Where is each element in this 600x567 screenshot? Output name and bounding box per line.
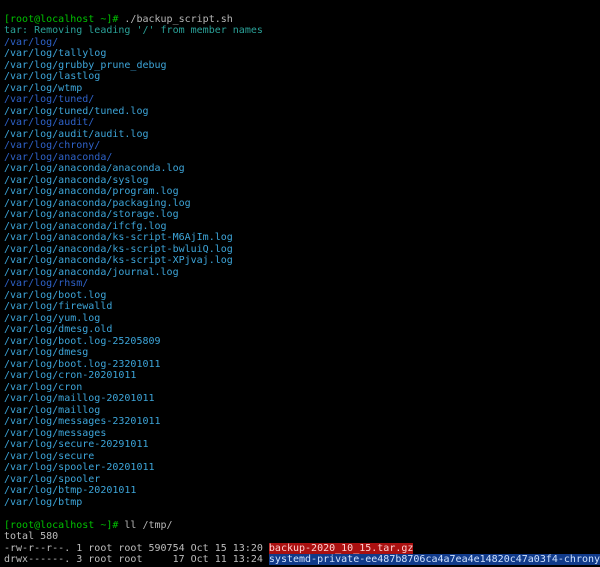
shell-prompt: [root@localhost ~]#	[4, 14, 118, 25]
tar-path: /var/log/messages	[4, 428, 106, 439]
tar-path: /var/log/anaconda/ks-script-XPjvaj.log	[4, 255, 233, 266]
tar-path: /var/log/btmp	[4, 497, 82, 508]
tar-path: /var/log/chrony/	[4, 140, 100, 151]
tar-path: /var/log/anaconda/	[4, 152, 112, 163]
tar-path: /var/log/grubby_prune_debug	[4, 60, 167, 71]
ls-perm-col: drwx------. 3 root root 17 Oct 11 13:24	[4, 554, 269, 565]
ls-total-line: total 580	[4, 531, 58, 542]
tar-path: /var/log/btmp-20201011	[4, 485, 136, 496]
terminal-output: [root@localhost ~]# ./backup_script.sh t…	[0, 0, 600, 567]
ls-perm-col: -rw-r--r--. 1 root root 590754 Oct 15 13…	[4, 543, 269, 554]
tar-path: /var/log/tallylog	[4, 48, 106, 59]
tar-path: /var/log/boot.log-25205809	[4, 336, 161, 347]
tar-path: /var/log/maillog	[4, 405, 100, 416]
tar-path: /var/log/dmesg	[4, 347, 88, 358]
tar-path: /var/log/anaconda/syslog	[4, 175, 149, 186]
tar-path: /var/log/anaconda/ifcfg.log	[4, 221, 167, 232]
tar-path: /var/log/tuned/tuned.log	[4, 106, 149, 117]
shell-prompt: [root@localhost ~]#	[4, 520, 118, 531]
tar-path: /var/log/messages-23201011	[4, 416, 161, 427]
tar-path: /var/log/audit/audit.log	[4, 129, 149, 140]
tar-path: /var/log/yum.log	[4, 313, 100, 324]
tar-path: /var/log/anaconda/storage.log	[4, 209, 179, 220]
tar-path: /var/log/anaconda/ks-script-M6AjIm.log	[4, 232, 233, 243]
tar-path: /var/log/spooler	[4, 474, 100, 485]
tar-path: /var/log/anaconda/anaconda.log	[4, 163, 185, 174]
tar-path: /var/log/anaconda/program.log	[4, 186, 179, 197]
tar-path: /var/log/maillog-20201011	[4, 393, 155, 404]
tar-path: /var/log/boot.log-23201011	[4, 359, 161, 370]
ls-dirname: systemd-private-ee487b8706ca4a7ea4e14820…	[269, 554, 600, 565]
tar-path: /var/log/tuned/	[4, 94, 94, 105]
command-text: ll /tmp/	[118, 520, 172, 531]
tar-path: /var/log/boot.log	[4, 290, 106, 301]
tar-path: /var/log/wtmp	[4, 83, 82, 94]
tar-path: /var/log/secure-20291011	[4, 439, 149, 450]
tar-output-lines: /var/log/ /var/log/tallylog /var/log/gru…	[4, 37, 233, 508]
tar-path: /var/log/anaconda/ks-script-bwluiQ.log	[4, 244, 233, 255]
tar-path: /var/log/secure	[4, 451, 94, 462]
tar-path: /var/log/cron-20201011	[4, 370, 136, 381]
tar-path: /var/log/cron	[4, 382, 82, 393]
tar-path: /var/log/dmesg.old	[4, 324, 112, 335]
ls-filename: backup-2020_10_15.tar.gz	[269, 543, 414, 554]
tar-path: /var/log/firewalld	[4, 301, 112, 312]
tar-warning: tar: Removing leading '/' from member na…	[4, 25, 263, 36]
tar-path: /var/log/lastlog	[4, 71, 100, 82]
tar-path: /var/log/anaconda/journal.log	[4, 267, 179, 278]
tar-path: /var/log/spooler-20201011	[4, 462, 155, 473]
tar-path: /var/log/rhsm/	[4, 278, 88, 289]
command-text: ./backup_script.sh	[118, 14, 232, 25]
tar-path: /var/log/anaconda/packaging.log	[4, 198, 191, 209]
tar-path: /var/log/	[4, 37, 58, 48]
tar-path: /var/log/audit/	[4, 117, 94, 128]
